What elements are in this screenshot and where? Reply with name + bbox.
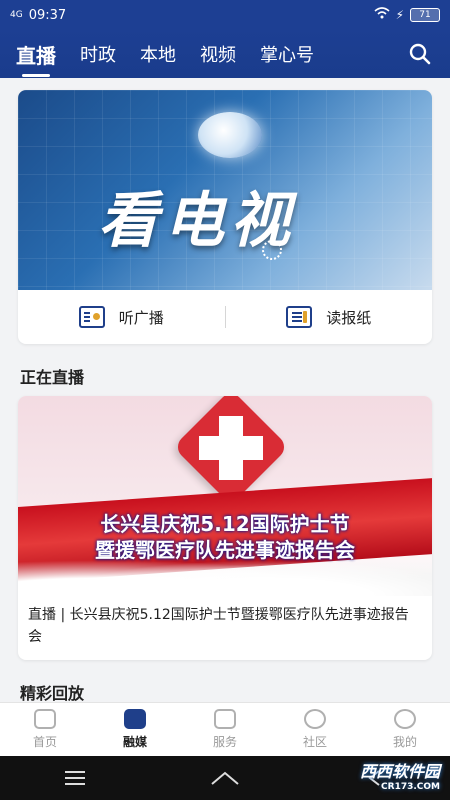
live-banner: 长兴县庆祝5.12国际护士节 暨援鄂医疗队先进事迹报告会 (18, 396, 432, 596)
live-banner-line-1: 长兴县庆祝5.12国际护士节 (100, 512, 350, 536)
live-card[interactable]: 长兴县庆祝5.12国际护士节 暨援鄂医疗队先进事迹报告会 直播 | 长兴县庆祝5… (18, 396, 432, 660)
nav-media-label: 融媒 (122, 735, 147, 749)
tv-banner[interactable]: 看电视 (18, 90, 432, 290)
home-icon (34, 709, 56, 729)
bottom-nav: 首页 融媒 服务 社区 我的 (0, 702, 450, 756)
top-nav: 直播 时政 本地 视频 掌心号 (0, 30, 450, 78)
tab-politics[interactable]: 时政 (80, 41, 116, 67)
nav-service[interactable]: 服务 (180, 703, 270, 756)
live-banner-line-2: 暨援鄂医疗队先进事迹报告会 (95, 538, 355, 562)
nav-community[interactable]: 社区 (270, 703, 360, 756)
tab-live[interactable]: 直播 (16, 40, 56, 77)
nav-service-label: 服务 (212, 735, 237, 749)
nav-community-label: 社区 (302, 735, 327, 749)
profile-icon (394, 709, 416, 729)
search-button[interactable] (406, 40, 434, 68)
community-icon (304, 709, 326, 729)
status-time: 09:37 (28, 7, 67, 23)
tab-video[interactable]: 视频 (200, 41, 236, 67)
nav-profile[interactable]: 我的 (360, 703, 450, 756)
tab-local[interactable]: 本地 (140, 41, 176, 67)
menu-button[interactable] (55, 763, 95, 793)
radio-icon (78, 306, 105, 328)
service-icon (214, 709, 236, 729)
search-icon (409, 43, 431, 65)
home-button[interactable] (205, 763, 245, 793)
read-newspaper-button[interactable]: 读报纸 (226, 306, 433, 328)
media-icon (124, 709, 146, 729)
network-indicator: 4G (10, 10, 23, 20)
status-bar: 4G 09:37 ⚡ 71 (0, 0, 450, 30)
home-nav-icon (211, 771, 239, 785)
menu-icon (65, 771, 85, 785)
tv-actions: 听广播 读报纸 (18, 290, 432, 344)
section-title-live: 正在直播 (20, 368, 85, 387)
wifi-icon (374, 7, 390, 23)
live-caption[interactable]: 直播 | 长兴县庆祝5.12国际护士节暨援鄂医疗队先进事迹报告会 (18, 596, 432, 656)
nav-profile-label: 我的 (392, 735, 417, 749)
tv-card: 看电视 听广播 读报纸 (18, 90, 432, 344)
loading-icon (262, 240, 282, 260)
nav-home[interactable]: 首页 (0, 703, 90, 756)
tab-palm-account[interactable]: 掌心号 (260, 41, 314, 67)
tv-station-logo (198, 112, 262, 158)
nav-home-label: 首页 (32, 735, 57, 749)
watermark-sub: CR173.COM (381, 782, 440, 792)
battery-indicator: 71 (410, 8, 440, 22)
watermark-text: 西西软件园 (359, 762, 440, 781)
read-newspaper-label: 读报纸 (326, 308, 372, 327)
newspaper-icon (286, 306, 313, 328)
charging-icon: ⚡ (395, 8, 404, 22)
listen-radio-button[interactable]: 听广播 (18, 306, 225, 328)
section-title-replay: 精彩回放 (20, 684, 85, 703)
listen-radio-label: 听广播 (118, 308, 164, 327)
watermark-logo: 西西软件园 CR173.COM (360, 758, 440, 792)
nav-media[interactable]: 融媒 (90, 703, 180, 756)
